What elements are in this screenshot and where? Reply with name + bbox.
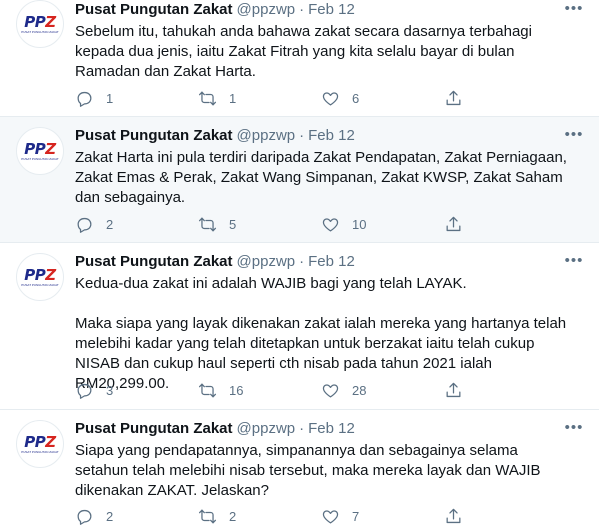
tweet-header: Pusat Pungutan Zakat @ppzwp · Feb 12 [75,410,599,439]
more-icon[interactable]: ••• [563,126,585,146]
like-count: 28 [352,382,367,398]
avatar[interactable]: PPZ PUSAT PUNGUTAN ZAKAT [16,127,64,175]
separator: · [299,253,305,270]
heart-icon [322,91,339,105]
reply-button[interactable]: 1 [75,89,198,108]
retweet-icon [198,509,217,523]
retweet-count: 5 [229,216,237,232]
share-button[interactable] [444,215,463,234]
avatar-tagline: PUSAT PUNGUTAN ZAKAT [21,282,59,287]
avatar-logo: PPZ [24,139,56,158]
author-name[interactable]: Pusat Pungutan Zakat [75,419,233,439]
reply-button[interactable]: 3 [75,381,198,400]
retweet-count: 16 [229,382,244,398]
author-handle[interactable]: @ppzwp [237,126,296,146]
author-name[interactable]: Pusat Pungutan Zakat [75,252,233,272]
reply-count: 2 [106,216,114,232]
tweet-actions: 2 5 10 [75,214,505,234]
separator: · [299,1,305,18]
tweet-header: Pusat Pungutan Zakat @ppzwp · Feb 12 [75,243,599,272]
more-icon[interactable]: ••• [563,252,585,272]
share-icon [446,382,461,397]
avatar[interactable]: PPZ PUSAT PUNGUTAN ZAKAT [16,420,64,468]
share-icon [446,90,461,105]
reply-icon [77,217,92,233]
retweet-button[interactable]: 2 [198,507,321,526]
retweet-icon [198,217,217,231]
retweet-count: 1 [229,90,237,106]
like-count: 10 [352,216,367,232]
retweet-icon [198,383,217,397]
like-button[interactable]: 7 [321,507,444,526]
like-button[interactable]: 10 [321,215,444,234]
share-button[interactable] [444,89,463,108]
more-icon[interactable]: ••• [563,419,585,439]
like-count: 6 [352,90,360,106]
tweet-actions: 1 1 6 [75,88,505,108]
tweet[interactable]: PPZ PUSAT PUNGUTAN ZAKAT Pusat Pungutan … [0,0,599,117]
tweet-actions: 3 16 28 [75,380,505,400]
retweet-button[interactable]: 1 [198,89,321,108]
retweet-icon [198,91,217,105]
reply-count: 1 [106,90,114,106]
avatar-tagline: PUSAT PUNGUTAN ZAKAT [21,29,59,34]
tweet-header: Pusat Pungutan Zakat @ppzwp · Feb 12 [75,117,599,146]
tweet-text: Zakat Harta ini pula terdiri daripada Za… [75,149,567,206]
retweet-button[interactable]: 16 [198,381,321,400]
avatar-logo: PPZ [24,12,56,31]
retweet-count: 2 [229,508,237,524]
author-handle[interactable]: @ppzwp [237,252,296,272]
separator: · [299,420,305,437]
tweet[interactable]: PPZ PUSAT PUNGUTAN ZAKAT Pusat Pungutan … [0,243,599,410]
separator: · [299,127,305,144]
avatar[interactable]: PPZ PUSAT PUNGUTAN ZAKAT [16,0,64,48]
heart-icon [322,383,339,397]
tweet-date[interactable]: Feb 12 [308,126,355,146]
like-button[interactable]: 6 [321,89,444,108]
reply-icon [77,383,92,399]
like-button[interactable]: 28 [321,381,444,400]
tweet-text: Sebelum itu, tahukah anda bahawa zakat s… [75,23,532,80]
tweet-header: Pusat Pungutan Zakat @ppzwp · Feb 12 [75,0,599,20]
avatar-tagline: PUSAT PUNGUTAN ZAKAT [21,156,59,161]
tweet[interactable]: PPZ PUSAT PUNGUTAN ZAKAT Pusat Pungutan … [0,410,599,532]
tweet-text: Kedua-dua zakat ini adalah WAJIB bagi ya… [75,275,567,392]
tweet-text: Siapa yang pendapatannya, simpanannya da… [75,442,541,499]
like-count: 7 [352,508,360,524]
avatar-logo: PPZ [24,432,56,451]
avatar-logo: PPZ [24,265,56,284]
tweet[interactable]: PPZ PUSAT PUNGUTAN ZAKAT Pusat Pungutan … [0,117,599,243]
share-button[interactable] [444,507,463,526]
reply-icon [77,91,92,107]
share-icon [446,216,461,231]
author-name[interactable]: Pusat Pungutan Zakat [75,0,233,20]
reply-button[interactable]: 2 [75,507,198,526]
reply-count: 3 [106,382,114,398]
tweet-date[interactable]: Feb 12 [308,252,355,272]
tweet-date[interactable]: Feb 12 [308,419,355,439]
share-button[interactable] [444,381,463,400]
tweet-thread: PPZ PUSAT PUNGUTAN ZAKAT Pusat Pungutan … [0,0,599,532]
reply-count: 2 [106,508,114,524]
reply-icon [77,509,92,525]
tweet-date[interactable]: Feb 12 [308,0,355,20]
reply-button[interactable]: 2 [75,215,198,234]
share-icon [446,508,461,523]
author-handle[interactable]: @ppzwp [237,419,296,439]
author-name[interactable]: Pusat Pungutan Zakat [75,126,233,146]
more-icon[interactable]: ••• [563,0,585,20]
tweet-actions: 2 2 7 [75,506,505,526]
avatar-tagline: PUSAT PUNGUTAN ZAKAT [21,449,59,454]
heart-icon [322,509,339,523]
avatar[interactable]: PPZ PUSAT PUNGUTAN ZAKAT [16,253,64,301]
retweet-button[interactable]: 5 [198,215,321,234]
heart-icon [322,217,339,231]
author-handle[interactable]: @ppzwp [237,0,296,20]
